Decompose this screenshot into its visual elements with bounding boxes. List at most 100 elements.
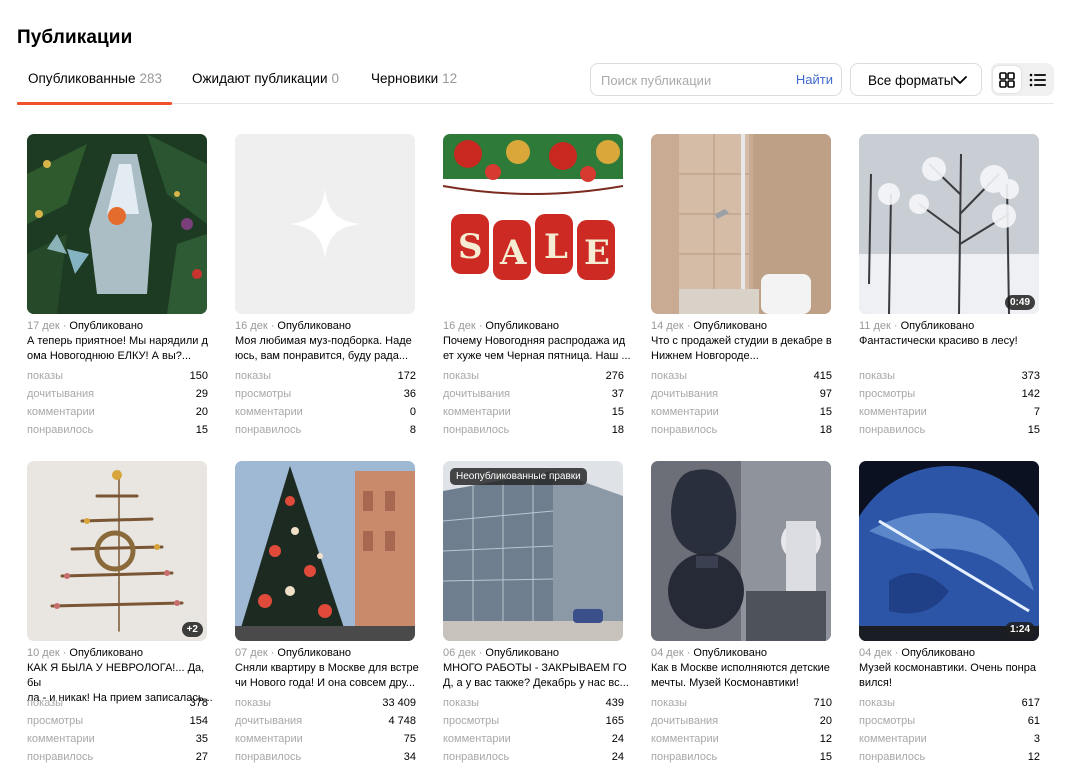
publication-title[interactable]: МНОГО РАБОТЫ - ЗАКРЫВАЕМ ГО Д, а у вас т… <box>443 661 631 691</box>
sparkle-icon <box>235 134 415 314</box>
svg-text:E: E <box>584 233 610 273</box>
search-box: Найти <box>590 63 842 96</box>
list-view-button[interactable] <box>1024 66 1052 93</box>
stat-row: комментарии 35 <box>27 733 208 751</box>
stat-row: просмотры 61 <box>859 715 1040 733</box>
publication-title[interactable]: Как в Москве исполняются детские мечты. … <box>651 661 839 691</box>
stat-label: просмотры <box>859 388 916 400</box>
stat-label: понравилось <box>27 424 94 436</box>
tab-drafts[interactable]: Черновики 12 <box>371 71 457 86</box>
publication-status: Опубликовано <box>693 320 768 332</box>
publication-title[interactable]: А теперь приятное! Мы нарядили д ома Нов… <box>27 334 215 364</box>
stat-label: просмотры <box>27 715 84 727</box>
meta-separator: · <box>267 647 278 659</box>
formats-label: Все форматы <box>868 73 954 88</box>
publication-thumbnail[interactable] <box>651 134 831 314</box>
stat-label: понравилось <box>859 751 926 763</box>
publication-title[interactable]: Сняли квартиру в Москве для встре чи Нов… <box>235 661 423 691</box>
publication-thumbnail[interactable] <box>235 134 415 314</box>
publication-thumbnail[interactable] <box>651 461 831 641</box>
stat-value: 165 <box>605 715 624 727</box>
meta-separator: · <box>891 647 902 659</box>
office-building-image <box>443 461 623 641</box>
publication-status: Опубликовано <box>277 320 352 332</box>
tab-label: Опубликованные <box>28 71 136 86</box>
stat-row: дочитывания 97 <box>651 388 832 406</box>
stat-value: 18 <box>611 424 624 436</box>
publication-stats: показы 378 просмотры 154 комментарии 35 понрав… <box>27 697 208 769</box>
publication-thumbnail[interactable]: SALE <box>443 134 623 314</box>
stat-label: комментарии <box>443 406 511 418</box>
stat-value: 8 <box>409 424 416 436</box>
stat-value: 37 <box>611 388 624 400</box>
stat-row: просмотры 36 <box>235 388 416 406</box>
stat-row: показы 33 409 <box>235 697 416 715</box>
search-button[interactable]: Найти <box>796 72 833 87</box>
publication-thumbnail[interactable]: 1:24 <box>859 461 1039 641</box>
stat-row: понравилось 12 <box>859 751 1040 769</box>
tab-count: 283 <box>139 71 163 86</box>
xmas-ornament-image <box>27 134 207 314</box>
publication-status: Опубликовано <box>69 647 144 659</box>
publication-stats: показы 33 409 дочитывания 4 748 комментарии 7… <box>235 697 416 769</box>
stat-value: 710 <box>813 697 832 709</box>
publication-date: 14 дек <box>651 320 684 332</box>
publication-thumbnail[interactable] <box>27 134 207 314</box>
view-toggle <box>991 63 1054 96</box>
stat-value: 3 <box>1033 733 1040 745</box>
stat-value: 24 <box>611 733 624 745</box>
tab-scheduled[interactable]: Ожидают публикации 0 <box>192 71 339 86</box>
publication-thumbnail[interactable] <box>235 461 415 641</box>
stat-label: показы <box>27 370 64 382</box>
stat-row: комментарии 75 <box>235 733 416 751</box>
twig-tree-image <box>27 461 207 641</box>
publication-status: Опубликовано <box>485 647 560 659</box>
stat-value: 27 <box>195 751 208 763</box>
publication-meta: 11 дек · Опубликовано <box>859 320 974 332</box>
publication-thumbnail[interactable]: Неопубликованные правки <box>443 461 623 641</box>
publication-title[interactable]: Что с продажей студии в декабре в Нижнем… <box>651 334 839 364</box>
publication-meta: 10 дек · Опубликовано <box>27 647 143 659</box>
stat-row: просмотры 165 <box>443 715 624 733</box>
publication-stats: показы 373 просмотры 142 комментарии 7 понрави… <box>859 370 1040 442</box>
publication-date: 10 дек <box>27 647 60 659</box>
publication-thumbnail[interactable]: +2 <box>27 461 207 641</box>
formats-dropdown[interactable]: Все форматы <box>850 63 982 96</box>
stat-value: 15 <box>195 424 208 436</box>
tab-count: 0 <box>331 71 340 86</box>
stat-label: дочитывания <box>443 388 511 400</box>
stat-value: 34 <box>403 751 416 763</box>
meta-separator: · <box>890 320 901 332</box>
tab-label: Черновики <box>371 71 439 86</box>
stat-row: понравилось 24 <box>443 751 624 769</box>
publication-date: 04 дек <box>859 647 892 659</box>
stat-label: комментарии <box>235 733 303 745</box>
stat-label: понравилось <box>27 751 94 763</box>
meta-separator: · <box>475 320 486 332</box>
stat-value: 154 <box>189 715 208 727</box>
search-input[interactable] <box>601 71 791 89</box>
publication-thumbnail[interactable]: 0:49 <box>859 134 1039 314</box>
meta-separator: · <box>683 647 694 659</box>
tab-published[interactable]: Опубликованные 283 <box>16 71 173 105</box>
publication-title[interactable]: Музей космонавтики. Очень понра вился! <box>859 661 1047 691</box>
publication-title[interactable]: Фантастически красиво в лесу! <box>859 334 1047 349</box>
stat-label: понравилось <box>235 424 302 436</box>
stat-value: 75 <box>403 733 416 745</box>
stat-value: 415 <box>813 370 832 382</box>
meta-separator: · <box>59 647 70 659</box>
stat-value: 61 <box>1027 715 1040 727</box>
page-title: Публикации <box>17 27 133 48</box>
publication-title[interactable]: Моя любимая муз-подборка. Наде юсь, вам … <box>235 334 423 364</box>
publication-title[interactable]: Почему Новогодняя распродажа ид ет хуже … <box>443 334 631 364</box>
meta-separator: · <box>475 647 486 659</box>
stat-label: комментарии <box>27 733 95 745</box>
stat-label: просмотры <box>443 715 500 727</box>
stat-label: показы <box>859 697 896 709</box>
stat-label: понравилось <box>651 424 718 436</box>
stat-value: 4 748 <box>388 715 416 727</box>
stat-label: показы <box>443 370 480 382</box>
stat-value: 18 <box>819 424 832 436</box>
grid-view-button[interactable] <box>993 66 1021 93</box>
stat-row: понравилось 34 <box>235 751 416 769</box>
